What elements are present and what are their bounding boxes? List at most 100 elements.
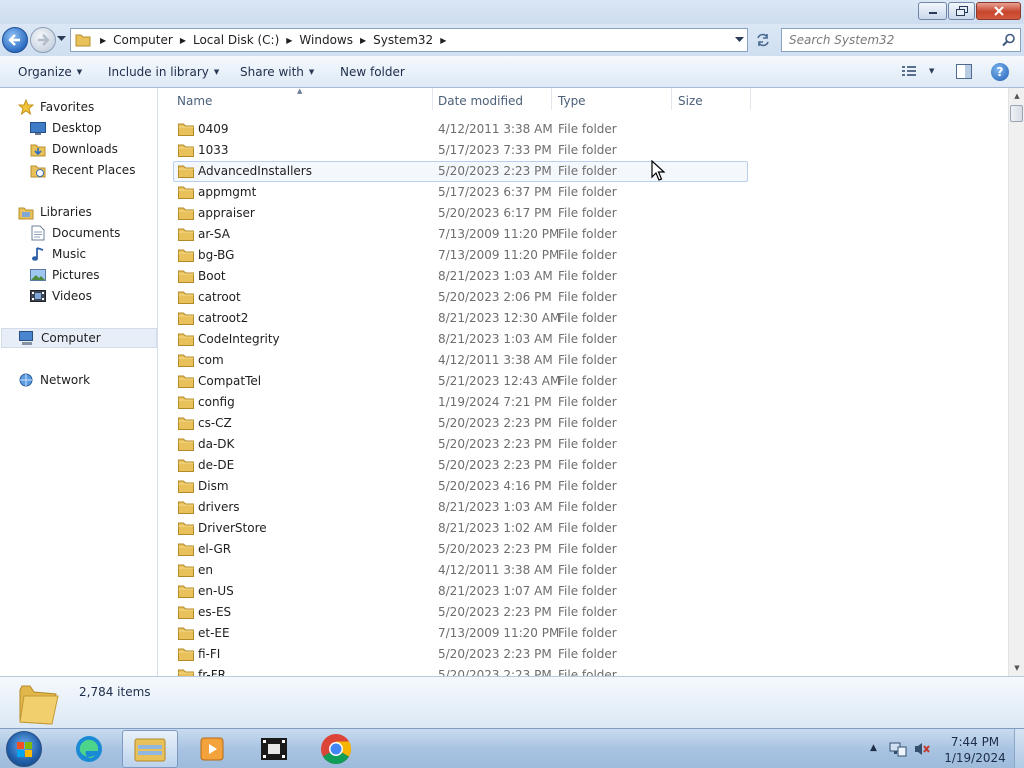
taskbar-media-player[interactable] — [184, 730, 240, 768]
column-divider[interactable] — [750, 88, 751, 110]
nav-documents[interactable]: Documents — [30, 223, 120, 243]
file-date-modified: 8/21/2023 1:03 AM — [438, 269, 553, 283]
scroll-down-button[interactable]: ▼ — [1009, 660, 1024, 676]
breadcrumb-computer[interactable]: Computer — [109, 29, 177, 51]
caption-buttons — [917, 2, 1021, 20]
nav-favorites[interactable]: Favorites — [18, 97, 94, 117]
refresh-button[interactable] — [750, 28, 776, 52]
breadcrumb-separator[interactable]: ▶ — [97, 36, 109, 45]
search-icon[interactable] — [1002, 33, 1016, 47]
preview-pane-button[interactable] — [956, 64, 972, 82]
organize-label: Organize — [18, 65, 72, 79]
file-type: File folder — [558, 143, 617, 157]
breadcrumb-separator[interactable]: ▶ — [437, 36, 449, 45]
file-row[interactable]: config 1/19/2024 7:21 PM File folder — [159, 392, 1008, 413]
file-row[interactable]: DriverStore 8/21/2023 1:02 AM File folder — [159, 518, 1008, 539]
help-button[interactable]: ? — [991, 63, 1009, 81]
file-row[interactable]: AdvancedInstallers 5/20/2023 2:23 PM File … — [159, 161, 1008, 182]
column-divider[interactable] — [551, 88, 552, 110]
file-row[interactable]: com 4/12/2011 3:38 AM File folder — [159, 350, 1008, 371]
vertical-scrollbar[interactable]: ▲ ▼ — [1008, 88, 1024, 676]
file-row[interactable]: es-ES 5/20/2023 2:23 PM File folder — [159, 602, 1008, 623]
file-row[interactable]: CodeIntegrity 8/21/2023 1:03 AM File folde… — [159, 329, 1008, 350]
items-count: 2,784 items — [79, 685, 151, 699]
nav-videos[interactable]: Videos — [30, 286, 92, 306]
file-row[interactable]: fr-FR 5/20/2023 2:23 PM File folder — [159, 665, 1008, 676]
close-button[interactable] — [976, 2, 1021, 20]
minimize-button[interactable] — [918, 2, 947, 20]
clock[interactable]: 7:44 PM 1/19/2024 — [940, 734, 1010, 766]
nav-music[interactable]: Music — [30, 244, 86, 264]
nav-libraries[interactable]: Libraries — [18, 202, 92, 222]
file-row[interactable]: bg-BG 7/13/2009 11:20 PM File folder — [159, 245, 1008, 266]
taskbar-edge[interactable] — [61, 730, 117, 768]
file-row[interactable]: en 4/12/2011 3:38 AM File folder — [159, 560, 1008, 581]
breadcrumb-local-disk[interactable]: Local Disk (C:) — [189, 29, 283, 51]
show-hidden-icons-button[interactable]: ▲ — [870, 743, 877, 753]
file-row[interactable]: drivers 8/21/2023 1:03 AM File folder — [159, 497, 1008, 518]
taskbar-file-explorer[interactable] — [122, 730, 178, 768]
nav-libraries-label: Libraries — [40, 205, 92, 219]
breadcrumb-windows[interactable]: Windows — [295, 29, 357, 51]
file-row[interactable]: de-DE 5/20/2023 2:23 PM File folder — [159, 455, 1008, 476]
network-tray-icon[interactable] — [889, 741, 907, 757]
column-divider[interactable] — [671, 88, 672, 110]
file-row[interactable]: 1033 5/17/2023 7:33 PM File folder — [159, 140, 1008, 161]
search-box[interactable] — [781, 28, 1021, 52]
volume-muted-icon[interactable] — [913, 741, 931, 757]
file-row[interactable]: da-DK 5/20/2023 2:23 PM File folder — [159, 434, 1008, 455]
scroll-up-button[interactable]: ▲ — [1009, 88, 1024, 104]
address-bar[interactable]: ▶ Computer ▶ Local Disk (C:) ▶ Windows ▶… — [70, 28, 748, 52]
change-view-button[interactable]: ▼ — [901, 64, 934, 78]
nav-downloads[interactable]: Downloads — [30, 139, 118, 159]
breadcrumb-system32[interactable]: System32 — [369, 29, 437, 51]
column-date-modified[interactable]: Date modified — [438, 94, 523, 108]
include-in-library-button[interactable]: Include in library ▼ — [108, 65, 219, 79]
taskbar-chrome[interactable] — [308, 730, 364, 768]
column-size[interactable]: Size — [678, 94, 703, 108]
nav-pictures[interactable]: Pictures — [30, 265, 100, 285]
file-row[interactable]: et-EE 7/13/2009 11:20 PM File folder — [159, 623, 1008, 644]
taskbar-video-editor[interactable] — [246, 730, 302, 768]
file-row[interactable]: cs-CZ 5/20/2023 2:23 PM File folder — [159, 413, 1008, 434]
file-row[interactable]: ar-SA 7/13/2009 11:20 PM File folder — [159, 224, 1008, 245]
file-name: bg-BG — [198, 248, 235, 262]
nav-recent-places[interactable]: Recent Places — [30, 160, 135, 180]
downloads-folder-icon — [30, 141, 46, 157]
nav-network[interactable]: Network — [18, 370, 90, 390]
file-row[interactable]: Dism 5/20/2023 4:16 PM File folder — [159, 476, 1008, 497]
column-divider[interactable] — [432, 88, 433, 110]
folder-icon — [178, 668, 194, 676]
file-row[interactable]: 0409 4/12/2011 3:38 AM File folder — [159, 119, 1008, 140]
column-name[interactable]: Name — [177, 94, 212, 108]
file-row[interactable]: Boot 8/21/2023 1:03 AM File folder — [159, 266, 1008, 287]
breadcrumb-separator[interactable]: ▶ — [177, 36, 189, 45]
file-row[interactable]: catroot 5/20/2023 2:06 PM File folder — [159, 287, 1008, 308]
file-row[interactable]: el-GR 5/20/2023 2:23 PM File folder — [159, 539, 1008, 560]
nav-computer[interactable]: Computer — [1, 328, 157, 348]
file-row[interactable]: appraiser 5/20/2023 6:17 PM File folder — [159, 203, 1008, 224]
search-input[interactable] — [789, 30, 999, 50]
folder-icon — [178, 563, 194, 580]
file-row[interactable]: CompatTel 5/21/2023 12:43 AM File folder — [159, 371, 1008, 392]
nav-desktop[interactable]: Desktop — [30, 118, 102, 138]
breadcrumb-separator[interactable]: ▶ — [283, 36, 295, 45]
back-button[interactable] — [2, 27, 28, 53]
forward-button[interactable] — [30, 27, 56, 53]
close-icon — [993, 6, 1004, 16]
scroll-thumb[interactable] — [1010, 105, 1023, 122]
file-row[interactable]: en-US 8/21/2023 1:07 AM File folder — [159, 581, 1008, 602]
breadcrumb-separator[interactable]: ▶ — [357, 36, 369, 45]
start-button[interactable] — [6, 731, 42, 767]
column-type[interactable]: Type — [558, 94, 586, 108]
new-folder-button[interactable]: New folder — [340, 65, 405, 79]
share-with-button[interactable]: Share with ▼ — [240, 65, 314, 79]
file-row[interactable]: catroot2 8/21/2023 12:30 AM File folder — [159, 308, 1008, 329]
organize-button[interactable]: Organize ▼ — [18, 65, 82, 79]
file-row[interactable]: fi-FI 5/20/2023 2:23 PM File folder — [159, 644, 1008, 665]
file-row[interactable]: appmgmt 5/17/2023 6:37 PM File folder — [159, 182, 1008, 203]
restore-button[interactable] — [948, 2, 975, 20]
address-history-dropdown-icon[interactable] — [735, 37, 744, 43]
recent-pages-dropdown-icon[interactable] — [57, 36, 66, 42]
show-desktop-button[interactable] — [1014, 729, 1024, 768]
